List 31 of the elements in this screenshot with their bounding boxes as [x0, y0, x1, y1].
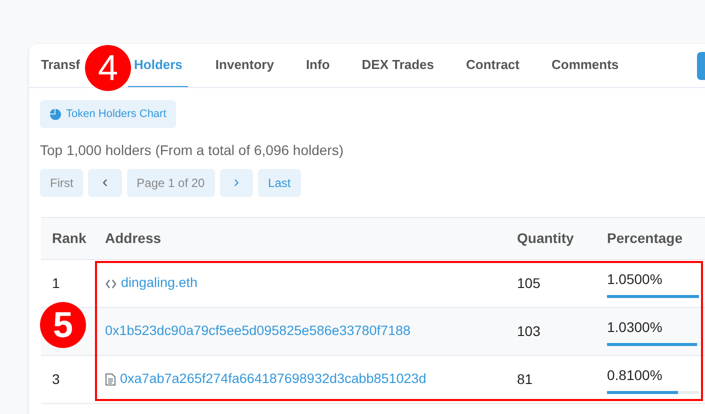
holders-summary: Top 1,000 holders (From a total of 6,096 holders) [40, 141, 345, 160]
page-indicator: Page 1 of 20 [126, 169, 215, 197]
table-cell-text: 1.0500% [607, 270, 664, 289]
tab[interactable]: Contract [450, 44, 536, 87]
table-cell-text: 0.8100% [607, 366, 664, 385]
first-page-button[interactable]: First [40, 169, 84, 197]
column-header: Address [105, 229, 162, 248]
address-link[interactable]: 0xa7ab7a265f274fa664187698932d3cabb851023d [120, 369, 426, 390]
column-header: Quantity [517, 229, 575, 248]
chart-button[interactable]: Token Holders Chart [40, 100, 176, 128]
tab[interactable]: Info [290, 44, 346, 87]
column-header: Percentage [607, 229, 682, 248]
column-header: Rank [51, 229, 88, 248]
tab[interactable]: Comments [535, 44, 635, 87]
address-link[interactable]: 0x1b523dc90a79cf5ee5d095825e586e33780f7188 [105, 321, 411, 342]
previous-page-button[interactable]: ‹ [88, 169, 122, 197]
table-cell: 3 [52, 371, 60, 387]
next-page-button[interactable]: › [220, 169, 254, 197]
last-page-button[interactable]: Last [258, 169, 301, 197]
tab[interactable]: DEX Trades [346, 44, 450, 87]
table-cell-text: 1.0300% [607, 318, 664, 337]
table-cell-text: 105 [517, 274, 542, 293]
address-link[interactable]: dingaling.eth [121, 273, 198, 294]
table-cell-text: 103 [517, 322, 542, 341]
tab[interactable]: Transf [41, 44, 80, 87]
table-cell: 1 [52, 275, 60, 291]
document-icon [105, 373, 116, 386]
code-icon [105, 278, 117, 290]
tab[interactable]: Inventory [199, 44, 290, 87]
pie-chart-icon [50, 108, 61, 120]
table-cell-text: 81 [517, 370, 534, 389]
